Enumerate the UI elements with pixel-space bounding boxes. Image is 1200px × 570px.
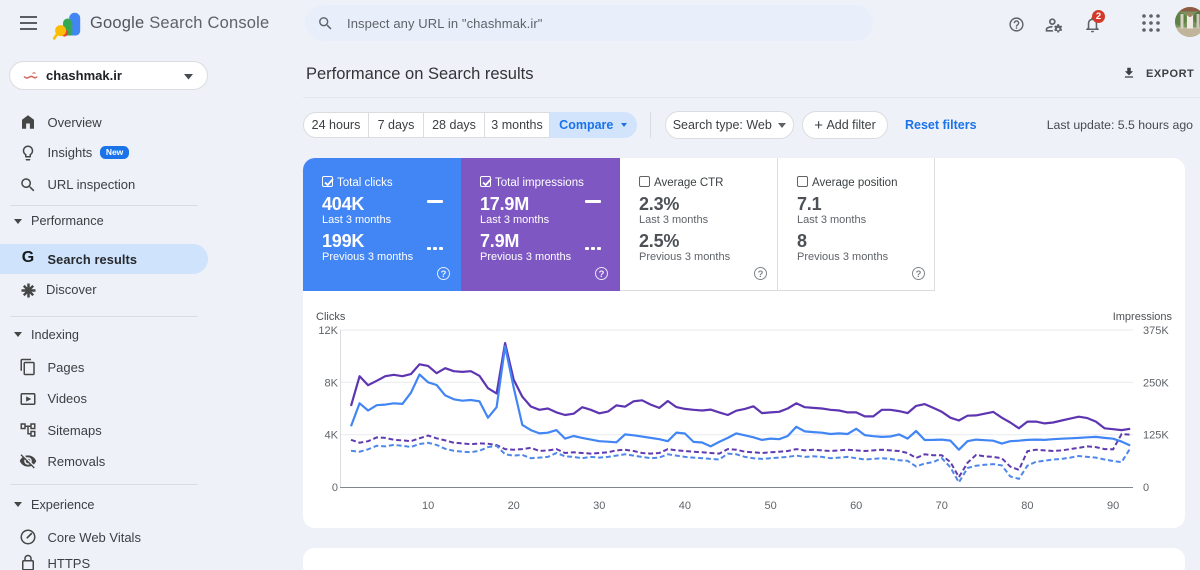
svg-text:0: 0 (332, 482, 338, 494)
svg-text:30: 30 (593, 500, 605, 512)
svg-text:40: 40 (679, 500, 691, 512)
svg-text:125K: 125K (1143, 430, 1169, 442)
svg-text:0: 0 (1143, 482, 1149, 494)
svg-text:60: 60 (850, 500, 862, 512)
svg-text:50: 50 (764, 500, 776, 512)
svg-text:Clicks: Clicks (316, 311, 346, 323)
svg-text:20: 20 (508, 500, 520, 512)
svg-text:10: 10 (422, 500, 434, 512)
svg-text:70: 70 (936, 500, 948, 512)
svg-text:375K: 375K (1143, 325, 1169, 337)
svg-text:80: 80 (1021, 500, 1033, 512)
svg-text:Impressions: Impressions (1113, 311, 1173, 323)
svg-text:90: 90 (1107, 500, 1119, 512)
svg-text:4K: 4K (325, 430, 339, 442)
svg-text:250K: 250K (1143, 378, 1169, 390)
svg-text:12K: 12K (318, 325, 338, 337)
svg-text:8K: 8K (325, 378, 339, 390)
